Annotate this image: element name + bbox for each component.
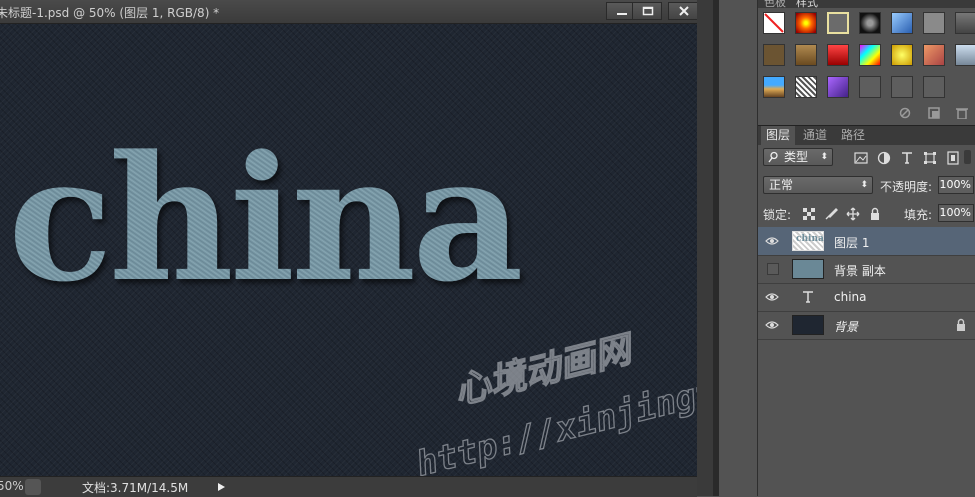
- filter-pixel-icon[interactable]: [854, 151, 868, 165]
- style-swatch[interactable]: [763, 44, 785, 66]
- layer-row-china[interactable]: china: [758, 283, 975, 312]
- clear-style-icon[interactable]: [899, 107, 911, 119]
- layers-empty-area[interactable]: [758, 342, 975, 496]
- tab-layers[interactable]: 图层: [761, 126, 796, 145]
- lock-move-icon[interactable]: [846, 207, 860, 221]
- document-title-bar[interactable]: 未标题-1.psd @ 50% (图层 1, RGB/8) *: [0, 0, 698, 24]
- close-icon: [679, 6, 689, 16]
- status-icon[interactable]: [25, 479, 41, 495]
- style-swatch[interactable]: [859, 44, 881, 66]
- style-swatch[interactable]: [955, 12, 975, 34]
- filter-adjustment-icon[interactable]: [877, 151, 891, 165]
- eye-icon[interactable]: [765, 318, 779, 332]
- fill-label: 填充:: [904, 208, 933, 222]
- lock-label: 锁定:: [763, 208, 792, 222]
- style-swatch[interactable]: [795, 76, 817, 98]
- lock-all-icon[interactable]: [868, 207, 882, 221]
- filter-type-icon[interactable]: [900, 151, 914, 165]
- layer-thumbnail: china: [792, 231, 824, 251]
- filter-kind-dropdown[interactable]: 类型 ⬍: [763, 148, 833, 166]
- new-style-icon[interactable]: [928, 107, 940, 119]
- filter-smart-object-icon[interactable]: [946, 151, 960, 165]
- lock-transparent-icon[interactable]: [802, 207, 816, 221]
- layer-row-layer1[interactable]: china 图层 1: [758, 227, 975, 256]
- collapsed-panel-dock: [719, 0, 758, 496]
- filter-shape-icon[interactable]: [923, 151, 937, 165]
- tab-swatches[interactable]: 色板: [764, 0, 786, 8]
- status-bar: 50% 文档:3.71M/14.5M: [0, 476, 697, 497]
- style-swatch[interactable]: [923, 12, 945, 34]
- maximize-button[interactable]: [632, 2, 662, 20]
- layer-name: 背景: [834, 320, 859, 334]
- lock-fill-row: 锁定: 填充: 100%: [758, 203, 975, 225]
- style-swatch-empty[interactable]: [923, 76, 945, 98]
- styles-panel-tabs: 色板 样式: [758, 0, 975, 8]
- filter-toggle[interactable]: [964, 150, 971, 164]
- style-swatch[interactable]: [827, 76, 849, 98]
- fill-input[interactable]: 100%: [938, 204, 974, 222]
- layer-thumbnail: [792, 315, 824, 335]
- styles-panel-footer: [758, 104, 975, 122]
- blend-opacity-row: 正常 ⬍ 不透明度: 100%: [758, 175, 975, 197]
- right-panel: 色板 样式 图层 通道 路径 类型 ⬍ 正常 ⬍ 不透明度: 100% 锁定: …: [758, 0, 975, 496]
- layers-panel-tabs: 图层 通道 路径: [758, 125, 975, 145]
- style-swatch[interactable]: [923, 44, 945, 66]
- minimize-icon: [617, 13, 627, 15]
- blend-mode-value: 正常: [769, 178, 794, 192]
- tab-channels[interactable]: 通道: [798, 126, 832, 145]
- filter-kind-label: 类型: [784, 150, 809, 164]
- style-swatch-empty[interactable]: [891, 76, 913, 98]
- layer-thumbnail: [792, 259, 824, 279]
- chevron-updown-icon: ⬍: [860, 180, 868, 190]
- layer-filter-row: 类型 ⬍: [758, 147, 975, 169]
- layer-row-bg-copy[interactable]: 背景 副本: [758, 255, 975, 284]
- style-swatch-empty[interactable]: [859, 76, 881, 98]
- canvas[interactable]: china 心境动画网 http://xinjingtk.com: [0, 24, 697, 476]
- style-swatch[interactable]: [827, 44, 849, 66]
- document-title: 未标题-1.psd @ 50% (图层 1, RGB/8) *: [0, 6, 220, 20]
- visibility-toggle-off[interactable]: [767, 263, 779, 275]
- delete-style-icon[interactable]: [956, 107, 968, 119]
- close-button[interactable]: [668, 2, 698, 20]
- zoom-level[interactable]: 50%: [0, 479, 24, 493]
- search-icon: [768, 151, 778, 163]
- opacity-input[interactable]: 100%: [938, 176, 974, 194]
- tab-styles[interactable]: 样式: [796, 0, 818, 8]
- watermark: 心境动画网 http://xinjingtk.com: [412, 327, 697, 476]
- maximize-icon: [642, 6, 654, 16]
- style-swatch[interactable]: [763, 76, 785, 98]
- style-swatch[interactable]: [955, 44, 975, 66]
- eye-icon[interactable]: [765, 290, 779, 304]
- style-swatch[interactable]: [795, 12, 817, 34]
- doc-size-info: 文档:3.71M/14.5M: [82, 481, 189, 495]
- lock-icon: [957, 318, 965, 331]
- layer-name: 图层 1: [834, 236, 870, 250]
- layers-list: china 图层 1 背景 副本 china 背景: [758, 227, 975, 342]
- status-menu-arrow-icon[interactable]: [212, 479, 230, 495]
- style-swatch[interactable]: [891, 44, 913, 66]
- style-swatch[interactable]: [891, 12, 913, 34]
- style-swatch[interactable]: [795, 44, 817, 66]
- text-layer-icon: [803, 291, 813, 303]
- thumbnail-text: china: [796, 234, 824, 244]
- chevron-updown-icon: ⬍: [820, 152, 828, 162]
- vertical-scroll-area[interactable]: [697, 0, 713, 496]
- style-none[interactable]: [763, 12, 785, 34]
- style-swatch-selected[interactable]: [827, 12, 849, 34]
- eye-icon[interactable]: [765, 234, 779, 248]
- layer-row-background[interactable]: 背景: [758, 311, 975, 340]
- opacity-label: 不透明度:: [880, 180, 933, 194]
- layer-name: 背景 副本: [834, 264, 886, 278]
- lock-brush-icon[interactable]: [824, 207, 838, 221]
- layer-name: china: [834, 290, 867, 304]
- blend-mode-dropdown[interactable]: 正常 ⬍: [763, 176, 873, 194]
- tab-paths[interactable]: 路径: [836, 126, 870, 145]
- document-window: 未标题-1.psd @ 50% (图层 1, RGB/8) * china 心境…: [0, 0, 698, 497]
- style-swatch[interactable]: [859, 12, 881, 34]
